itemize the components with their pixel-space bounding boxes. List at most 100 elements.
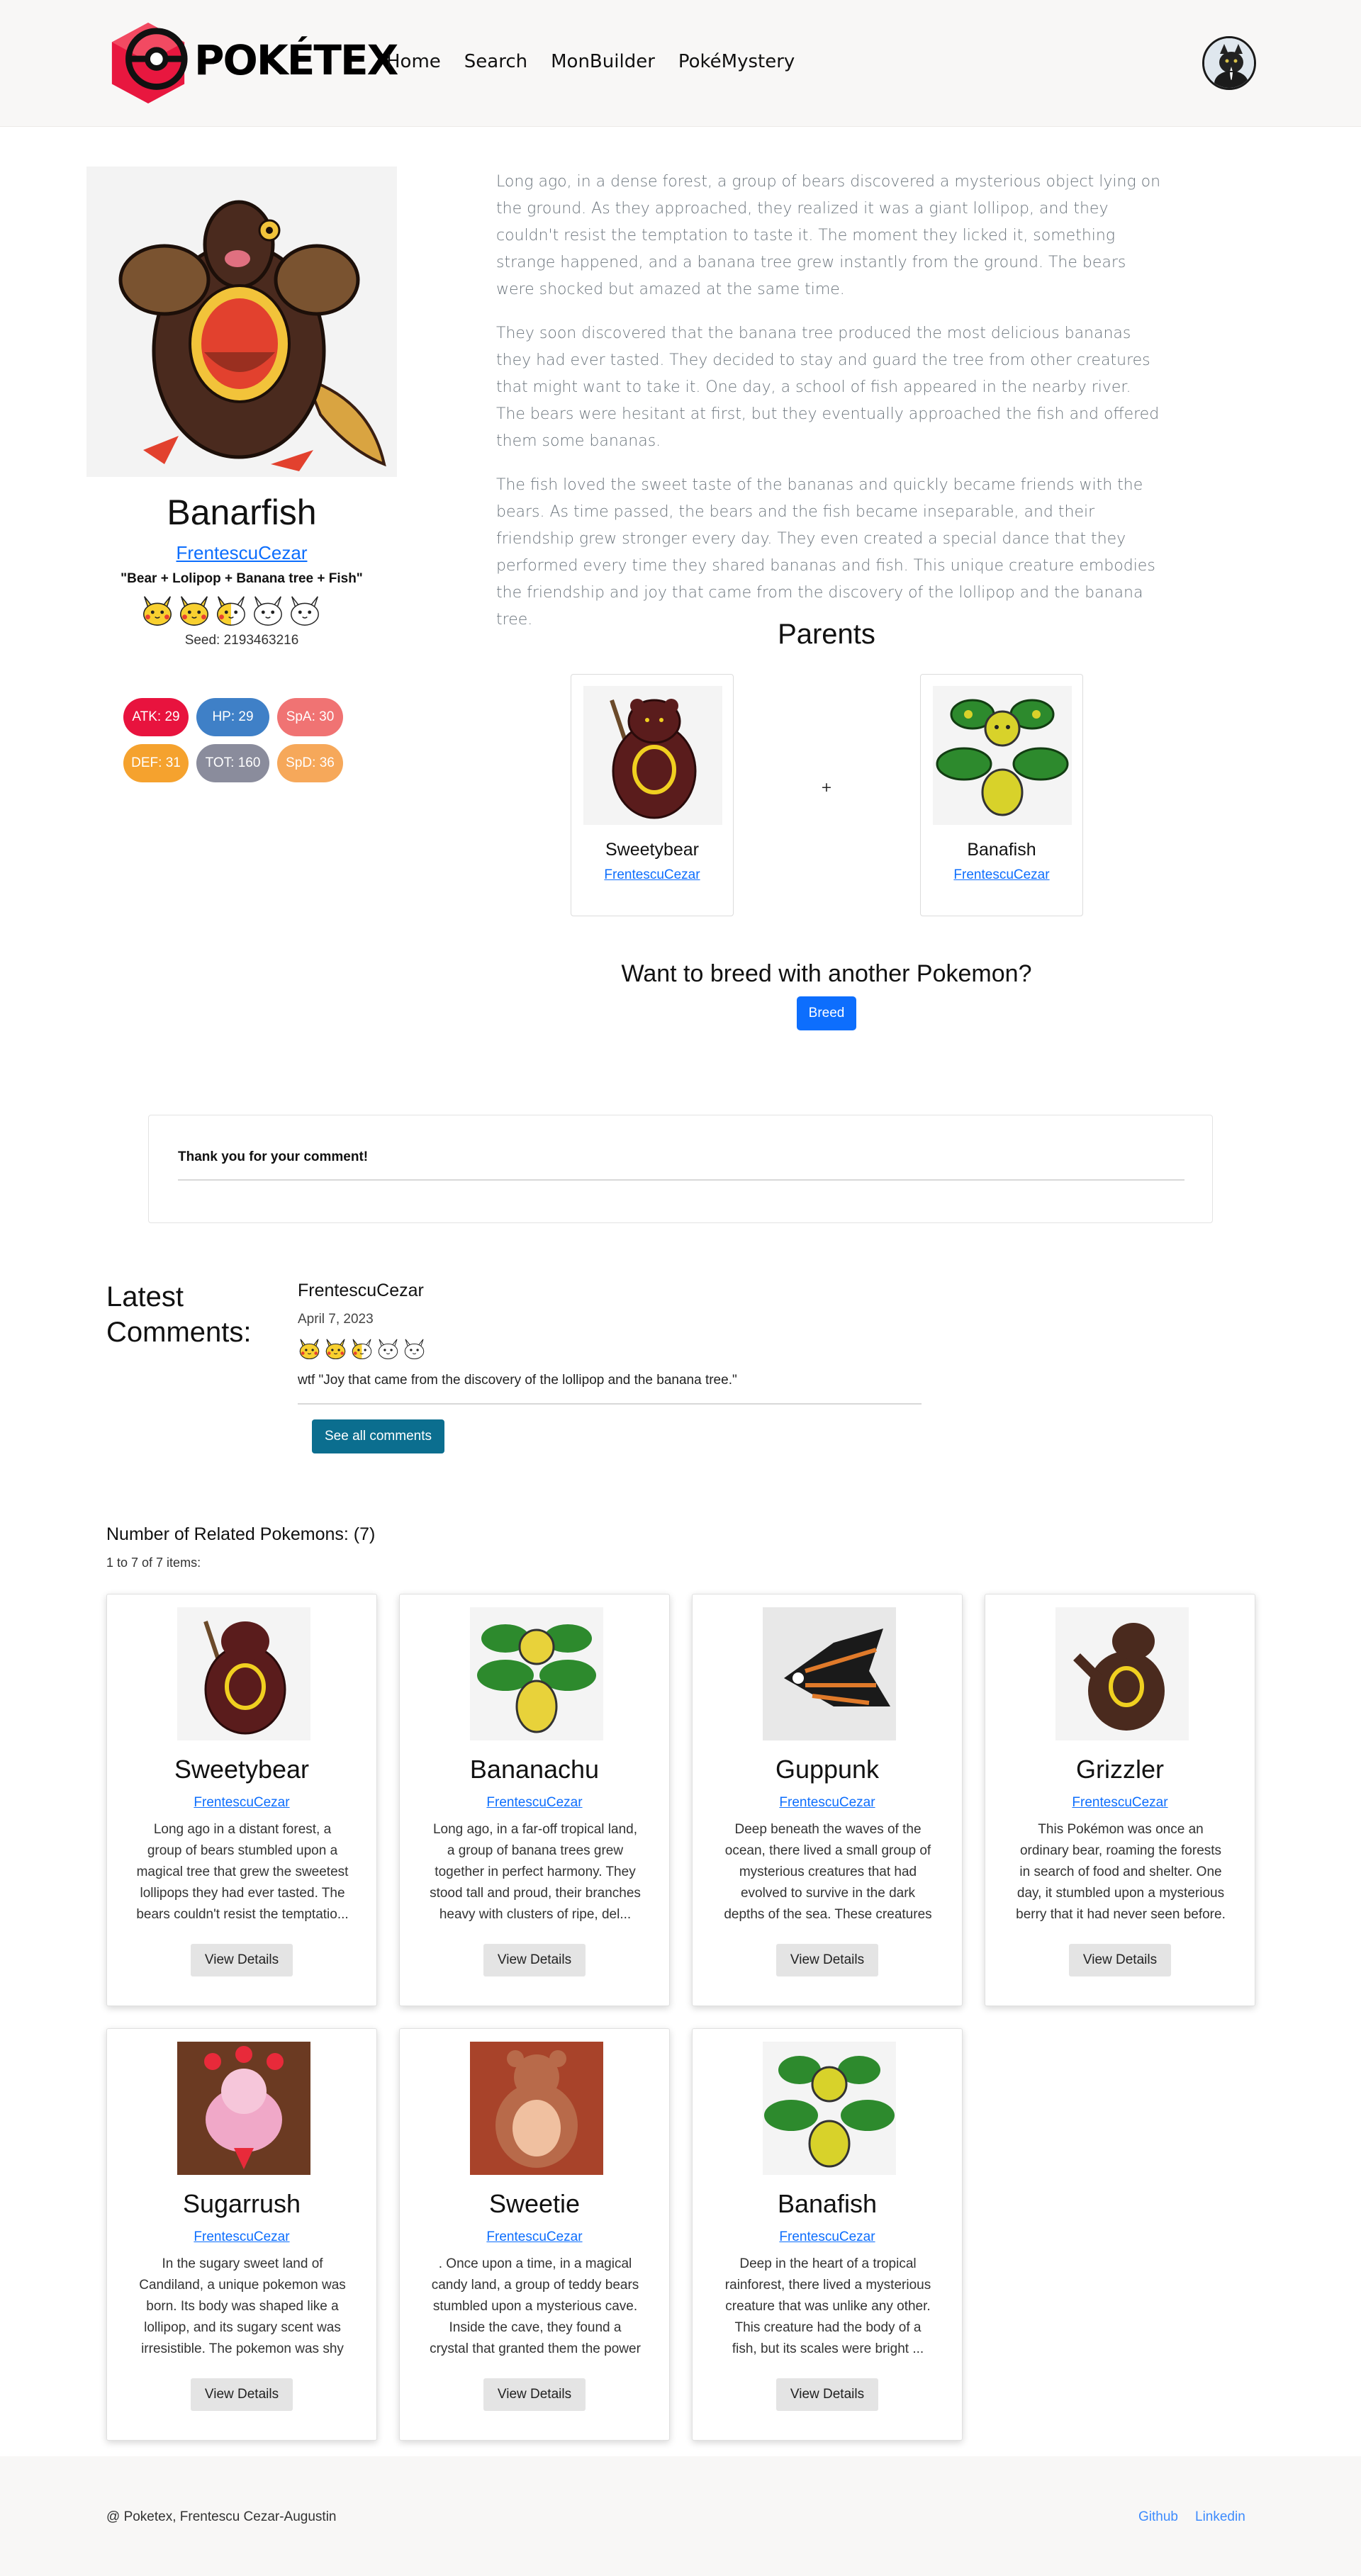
breed-button[interactable]: Breed xyxy=(797,996,856,1030)
view-details-button[interactable]: View Details xyxy=(776,2378,878,2411)
nav-home[interactable]: Home xyxy=(386,51,441,72)
related-pokemon-card[interactable]: Sweetie FrentescuCezar . Once upon a time,… xyxy=(399,2028,670,2441)
rating-empty-icon xyxy=(288,592,322,628)
related-pokemon-card[interactable]: Banafish FrentescuCezar Deep in the heart … xyxy=(692,2028,963,2441)
related-pokemon-card[interactable]: Guppunk FrentescuCezar Deep beneath the wa… xyxy=(692,1594,963,2006)
related-pokemon-image xyxy=(763,1607,896,1740)
footer: @ Poketex, Frentescu Cezar-Augustin Gith… xyxy=(0,2456,1361,2576)
divider xyxy=(178,1179,1184,1181)
related-pokemon-description: This Pokémon was once an ordinary bear, … xyxy=(1016,1822,1226,1922)
latest-comments-title-line: Latest xyxy=(106,1281,184,1312)
view-details-button[interactable]: View Details xyxy=(191,1944,293,1976)
story-paragraph: The fish loved the sweet taste of the ba… xyxy=(496,476,1155,629)
comment-rating xyxy=(298,1336,426,1361)
view-details-button[interactable]: View Details xyxy=(191,2378,293,2411)
related-pokemon-author-link[interactable]: FrentescuCezar xyxy=(107,2229,376,2245)
related-pokemons-title: Number of Related Pokemons: (7) xyxy=(106,1524,376,1544)
stat-spd: SpD: 36 xyxy=(277,744,343,782)
related-pokemon-description: Deep beneath the waves of the ocean, the… xyxy=(724,1822,932,1922)
stat-spa: SpA: 30 xyxy=(277,698,343,736)
parents-plus-separator: + xyxy=(821,780,832,795)
related-pokemon-description: Long ago, in a far-off tropical land, a … xyxy=(430,1822,641,1922)
nav-monbuilder[interactable]: MonBuilder xyxy=(551,51,655,72)
related-pokemon-name: Banafish xyxy=(777,2189,878,2218)
breed-prompt: Want to breed with another Pokemon? xyxy=(621,960,1032,987)
related-pokemon-name: Sweetie xyxy=(488,2189,581,2218)
related-pokemon-card[interactable]: Sugarrush FrentescuCezar In the sugary swe… xyxy=(106,2028,377,2441)
related-pokemon-author-link[interactable]: FrentescuCezar xyxy=(693,1795,962,1811)
brand-name: POKÉTEX xyxy=(194,36,398,84)
pokemon-seed: Seed: 2193463216 xyxy=(184,633,299,648)
rating-filled-icon xyxy=(298,1336,321,1361)
rating-empty-icon xyxy=(251,592,285,628)
rating-empty-icon xyxy=(403,1336,426,1361)
story-paragraph: Long ago, in a dense forest, a group of … xyxy=(496,173,1161,298)
related-pokemon-name: Grizzler xyxy=(1076,1755,1164,1784)
related-pokemon-image xyxy=(177,1607,310,1740)
rating-filled-icon xyxy=(324,1336,347,1361)
cat-avatar-icon xyxy=(1204,38,1254,88)
rating-half-icon xyxy=(214,592,248,628)
comment-date: April 7, 2023 xyxy=(298,1312,374,1327)
latest-comments-title-line: Comments: xyxy=(106,1317,252,1348)
nav-pokemystery[interactable]: PokéMystery xyxy=(678,51,795,72)
parent-card[interactable]: Banafish FrentescuCezar xyxy=(920,674,1083,916)
related-pokemon-author-link[interactable]: FrentescuCezar xyxy=(693,2229,962,2245)
latest-comments-title: Latest Comments: xyxy=(106,1279,252,1350)
comment-confirmation-box: Thank you for your comment! xyxy=(148,1115,1213,1223)
parent-author-link[interactable]: FrentescuCezar xyxy=(921,867,1082,883)
comment-author: FrentescuCezar xyxy=(298,1281,424,1300)
main-nav: Home Search MonBuilder PokéMystery xyxy=(386,51,818,72)
related-pokemon-author-link[interactable]: FrentescuCezar xyxy=(400,1795,669,1811)
pokeball-logo-icon xyxy=(111,22,188,104)
rating-half-icon xyxy=(350,1336,374,1361)
pokemon-rating xyxy=(140,592,322,628)
related-pokemon-description: . Once upon a time, in a magical candy l… xyxy=(430,2256,641,2356)
pokemon-author-link[interactable]: FrentescuCezar xyxy=(86,542,397,564)
related-pokemon-name: Guppunk xyxy=(775,1755,880,1784)
related-pokemon-card[interactable]: Grizzler FrentescuCezar This Pokémon was o… xyxy=(985,1594,1255,2006)
parent-card[interactable]: Sweetybear FrentescuCezar xyxy=(571,674,734,916)
stat-def: DEF: 31 xyxy=(123,744,189,782)
related-pokemon-author-link[interactable]: FrentescuCezar xyxy=(107,1795,376,1811)
stat-tot: TOT: 160 xyxy=(196,744,269,782)
story-paragraph: They soon discovered that the banana tre… xyxy=(496,325,1160,450)
related-pokemon-description: Deep in the heart of a tropical rainfore… xyxy=(724,2256,931,2356)
view-details-button[interactable]: View Details xyxy=(1069,1944,1171,1976)
related-pokemon-name: Sugarrush xyxy=(182,2189,301,2218)
footer-copyright: @ Poketex, Frentescu Cezar-Augustin xyxy=(106,2509,337,2524)
related-pokemon-description: In the sugary sweet land of Candiland, a… xyxy=(139,2256,346,2356)
stat-atk: ATK: 29 xyxy=(123,698,189,736)
footer-linkedin-link[interactable]: Linkedin xyxy=(1195,2509,1245,2525)
see-all-comments-button[interactable]: See all comments xyxy=(312,1419,444,1453)
view-details-button[interactable]: View Details xyxy=(776,1944,878,1976)
related-pokemon-image xyxy=(763,2042,896,2175)
related-pokemon-image xyxy=(177,2042,310,2175)
related-pokemon-card[interactable]: Bananachu FrentescuCezar Long ago, in a fa… xyxy=(399,1594,670,2006)
nav-search[interactable]: Search xyxy=(464,51,527,72)
parent-name: Banafish xyxy=(967,840,1036,860)
pokemon-story: Long ago, in a dense forest, a group of … xyxy=(496,169,1163,651)
related-pokemon-author-link[interactable]: FrentescuCezar xyxy=(400,2229,669,2245)
footer-github-link[interactable]: Github xyxy=(1138,2509,1178,2525)
comment-text: wtf "Joy that came from the discovery of… xyxy=(298,1373,737,1388)
parent-author-link[interactable]: FrentescuCezar xyxy=(571,867,733,883)
related-pokemon-name: Bananachu xyxy=(469,1755,600,1784)
brand[interactable]: POKÉTEX xyxy=(106,20,398,106)
related-pokemon-image xyxy=(1055,1607,1189,1740)
top-navbar: POKÉTEX Home Search MonBuilder PokéMyste… xyxy=(0,0,1361,127)
rating-filled-icon xyxy=(177,592,211,628)
parent-image xyxy=(583,686,722,825)
view-details-button[interactable]: View Details xyxy=(483,1944,586,1976)
view-details-button[interactable]: View Details xyxy=(483,2378,586,2411)
rating-filled-icon xyxy=(140,592,174,628)
related-pokemon-card[interactable]: Sweetybear FrentescuCezar Long ago in a di… xyxy=(106,1594,377,2006)
related-pokemon-image xyxy=(470,2042,603,2175)
pokemon-recipe: "Bear + Lolipop + Banana tree + Fish" xyxy=(121,571,363,586)
divider xyxy=(298,1403,922,1405)
rating-empty-icon xyxy=(376,1336,400,1361)
related-pokemon-author-link[interactable]: FrentescuCezar xyxy=(985,1795,1255,1811)
user-avatar[interactable] xyxy=(1202,36,1256,90)
related-items-count: 1 to 7 of 7 items: xyxy=(106,1556,201,1570)
related-pokemon-image xyxy=(470,1607,603,1740)
